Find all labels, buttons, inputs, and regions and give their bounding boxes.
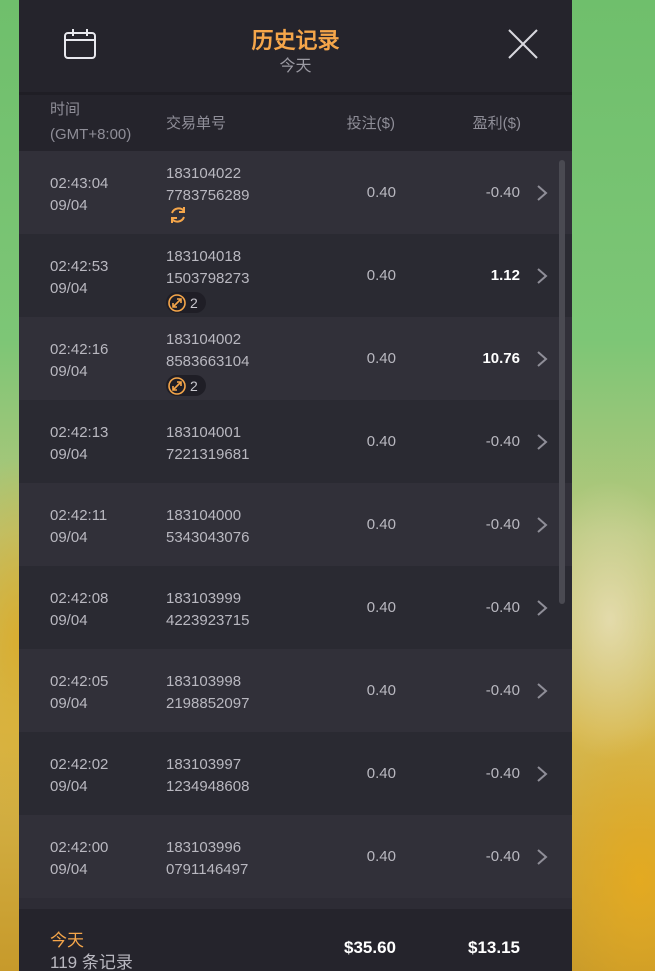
row-bet: 0.40 bbox=[366, 184, 396, 201]
chevron-right-icon bbox=[537, 849, 548, 865]
table-row[interactable]: 02:42:53 09/04 183104018 1503798273 2 0.40… bbox=[19, 234, 572, 317]
free-spin-badge: 2 bbox=[166, 292, 206, 313]
col-bet: 投注($) bbox=[346, 115, 395, 132]
row-win: -0.40 bbox=[485, 433, 520, 450]
row-win: -0.40 bbox=[485, 184, 520, 201]
row-order-id: 183103997 1234948608 bbox=[166, 756, 250, 795]
refresh-icon bbox=[168, 205, 188, 230]
total-win: $13.15 bbox=[468, 938, 520, 957]
row-time: 02:42:02 09/04 bbox=[50, 756, 109, 795]
row-win: -0.40 bbox=[485, 599, 520, 616]
table-row[interactable]: 02:42:13 09/04 183104001 7221319681 0.40 -… bbox=[19, 400, 572, 483]
row-win: 1.12 bbox=[490, 267, 520, 284]
header: 历史记录 今天 bbox=[19, 0, 572, 92]
record-count: 119 条记录 bbox=[50, 953, 133, 971]
column-headers: 时间 (GMT+8:00) 交易单号 投注($) 盈利($) bbox=[19, 95, 572, 151]
row-time: 02:43:04 09/04 bbox=[50, 175, 109, 214]
col-time: 时间 bbox=[50, 101, 81, 118]
table-row[interactable]: 02:42:02 09/04 183103997 1234948608 0.40 -… bbox=[19, 732, 572, 815]
row-bet: 0.40 bbox=[366, 350, 396, 367]
scrollbar[interactable] bbox=[559, 160, 565, 604]
expand-icon bbox=[168, 376, 186, 395]
chevron-right-icon bbox=[537, 600, 548, 616]
chevron-right-icon bbox=[537, 185, 548, 201]
free-spin-badge: 2 bbox=[166, 375, 206, 396]
table-row[interactable]: 02:43:04 09/04 183104022 7783756289 0.40 -… bbox=[19, 151, 572, 234]
row-win: -0.40 bbox=[485, 516, 520, 533]
table-row[interactable]: 02:42:05 09/04 183103998 2198852097 0.40 -… bbox=[19, 649, 572, 732]
row-win: -0.40 bbox=[485, 765, 520, 782]
row-win: -0.40 bbox=[485, 682, 520, 699]
row-order-id: 183104018 1503798273 bbox=[166, 248, 250, 287]
row-order-id: 183103998 2198852097 bbox=[166, 673, 250, 712]
summary-footer: 今天 119 条记录 $35.60 $13.15 bbox=[19, 909, 572, 971]
page-title: 历史记录 bbox=[251, 28, 340, 53]
row-order-id: 183103996 0791146497 bbox=[166, 839, 249, 878]
row-bet: 0.40 bbox=[366, 848, 396, 865]
date-filter-label: 今天 bbox=[279, 58, 312, 75]
row-bet: 0.40 bbox=[366, 765, 396, 782]
row-bet: 0.40 bbox=[366, 599, 396, 616]
row-bet: 0.40 bbox=[366, 682, 396, 699]
chevron-right-icon bbox=[537, 268, 548, 284]
chevron-right-icon bbox=[537, 434, 548, 450]
row-time: 02:42:00 09/04 bbox=[50, 839, 109, 878]
row-time: 02:42:13 09/04 bbox=[50, 424, 109, 463]
table-row[interactable]: 02:42:08 09/04 183103999 4223923715 0.40 -… bbox=[19, 566, 572, 649]
row-order-id: 183104000 5343043076 bbox=[166, 507, 250, 546]
chevron-right-icon bbox=[537, 766, 548, 782]
close-icon[interactable] bbox=[506, 27, 540, 61]
row-win: 10.76 bbox=[482, 350, 520, 367]
row-time: 02:42:11 09/04 bbox=[50, 507, 108, 546]
chevron-right-icon bbox=[537, 683, 548, 699]
row-time: 02:42:05 09/04 bbox=[50, 673, 109, 712]
row-time: 02:42:53 09/04 bbox=[50, 258, 109, 297]
row-win: -0.40 bbox=[485, 848, 520, 865]
table-row[interactable]: 02:42:16 09/04 183104002 8583663104 2 0.40… bbox=[19, 317, 572, 400]
col-timezone: (GMT+8:00) bbox=[50, 126, 132, 143]
col-order: 交易单号 bbox=[166, 115, 227, 132]
col-win: 盈利($) bbox=[472, 115, 521, 132]
record-list: 02:43:04 09/04 183104022 7783756289 0.40 -… bbox=[19, 151, 572, 898]
table-row[interactable]: 02:42:00 09/04 183103996 0791146497 0.40 -… bbox=[19, 815, 572, 898]
row-time: 02:42:16 09/04 bbox=[50, 341, 109, 380]
chevron-right-icon bbox=[537, 351, 548, 367]
row-order-id: 183104002 8583663104 bbox=[166, 331, 250, 370]
row-bet: 0.40 bbox=[366, 516, 396, 533]
badge-count: 2 bbox=[190, 294, 198, 311]
expand-icon bbox=[168, 293, 186, 312]
chevron-right-icon bbox=[537, 517, 548, 533]
table-row[interactable]: 02:42:11 09/04 183104000 5343043076 0.40 -… bbox=[19, 483, 572, 566]
row-order-id: 183104022 7783756289 bbox=[166, 165, 250, 204]
total-bet: $35.60 bbox=[344, 938, 396, 957]
history-panel: 历史记录 今天 时间 (GMT+8:00) 交易单号 投注($) 盈利($) 0… bbox=[19, 0, 572, 971]
row-time: 02:42:08 09/04 bbox=[50, 590, 109, 629]
badge-count: 2 bbox=[190, 377, 198, 394]
row-bet: 0.40 bbox=[366, 433, 396, 450]
row-bet: 0.40 bbox=[366, 267, 396, 284]
row-order-id: 183103999 4223923715 bbox=[166, 590, 250, 629]
row-order-id: 183104001 7221319681 bbox=[166, 424, 250, 463]
